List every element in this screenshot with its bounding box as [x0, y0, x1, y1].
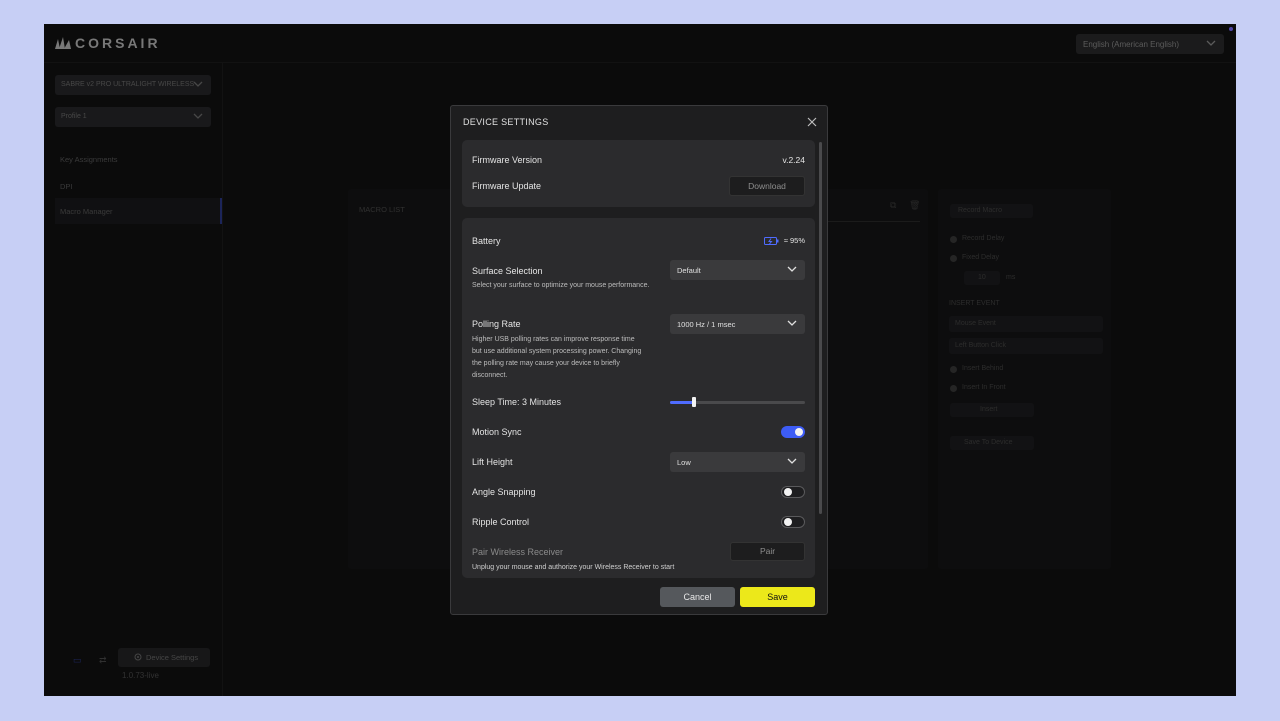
settings-card: Battery ≈ 95% Surface Selection Select y…	[462, 218, 815, 578]
chevron-down-icon	[787, 320, 797, 326]
firmware-update-label: Firmware Update	[472, 181, 542, 191]
polling-rate-value: 1000 Hz / 1 msec	[677, 320, 736, 329]
battery-status: ≈ 95%	[763, 236, 805, 245]
motion-sync-label: Motion Sync	[472, 427, 522, 437]
polling-desc-line: Higher USB polling rates can improve res…	[472, 336, 635, 343]
firmware-version-label: Firmware Version	[472, 155, 543, 165]
device-settings-dialog: DEVICE SETTINGS Firmware Version v.2.24 …	[450, 105, 828, 615]
polling-desc-line: the polling rate may cause your device t…	[472, 360, 620, 367]
chevron-down-icon	[787, 266, 797, 272]
surface-select-value: Default	[677, 266, 701, 275]
polling-rate-label: Polling Rate	[472, 319, 521, 329]
angle-snapping-label: Angle Snapping	[472, 487, 536, 497]
close-icon[interactable]	[806, 116, 818, 128]
pair-receiver-label: Pair Wireless Receiver	[472, 547, 564, 557]
lift-height-value: Low	[677, 458, 691, 467]
battery-icon	[763, 236, 779, 245]
toggle-knob	[795, 428, 803, 436]
sleep-time-slider-thumb[interactable]	[692, 397, 696, 407]
surface-selection-label: Surface Selection	[472, 266, 543, 276]
scrollbar-thumb[interactable]	[819, 142, 822, 514]
motion-sync-toggle[interactable]	[781, 426, 805, 438]
save-button[interactable]: Save	[740, 587, 815, 607]
download-button[interactable]: Download	[729, 176, 805, 196]
cancel-button[interactable]: Cancel	[660, 587, 735, 607]
polling-desc-line: but use additional system processing pow…	[472, 348, 642, 355]
battery-value: ≈ 95%	[783, 236, 805, 245]
ripple-control-label: Ripple Control	[472, 517, 530, 527]
chevron-down-icon	[787, 458, 797, 464]
surface-select[interactable]: Default	[670, 260, 805, 280]
firmware-card: Firmware Version v.2.24 Firmware Update …	[462, 140, 815, 207]
pair-receiver-desc: Unplug your mouse and authorize your Wir…	[472, 564, 675, 571]
dialog-title: DEVICE SETTINGS	[463, 117, 549, 127]
sleep-time-slider-fill	[670, 401, 694, 404]
polling-rate-select[interactable]: 1000 Hz / 1 msec	[670, 314, 805, 334]
pair-button[interactable]: Pair	[730, 542, 805, 561]
firmware-version-value: v.2.24	[782, 155, 805, 165]
polling-desc-line: disconnect.	[472, 372, 508, 379]
lift-height-label: Lift Height	[472, 457, 513, 467]
battery-label: Battery	[472, 236, 501, 246]
toggle-knob	[784, 488, 792, 496]
angle-snapping-toggle[interactable]	[781, 486, 805, 498]
lift-height-select[interactable]: Low	[670, 452, 805, 472]
toggle-knob	[784, 518, 792, 526]
polling-rate-desc: Higher USB polling rates can improve res…	[472, 334, 692, 382]
surface-selection-desc: Select your surface to optimize your mou…	[472, 282, 650, 289]
ripple-control-toggle[interactable]	[781, 516, 805, 528]
sleep-time-label: Sleep Time: 3 Minutes	[472, 397, 562, 407]
